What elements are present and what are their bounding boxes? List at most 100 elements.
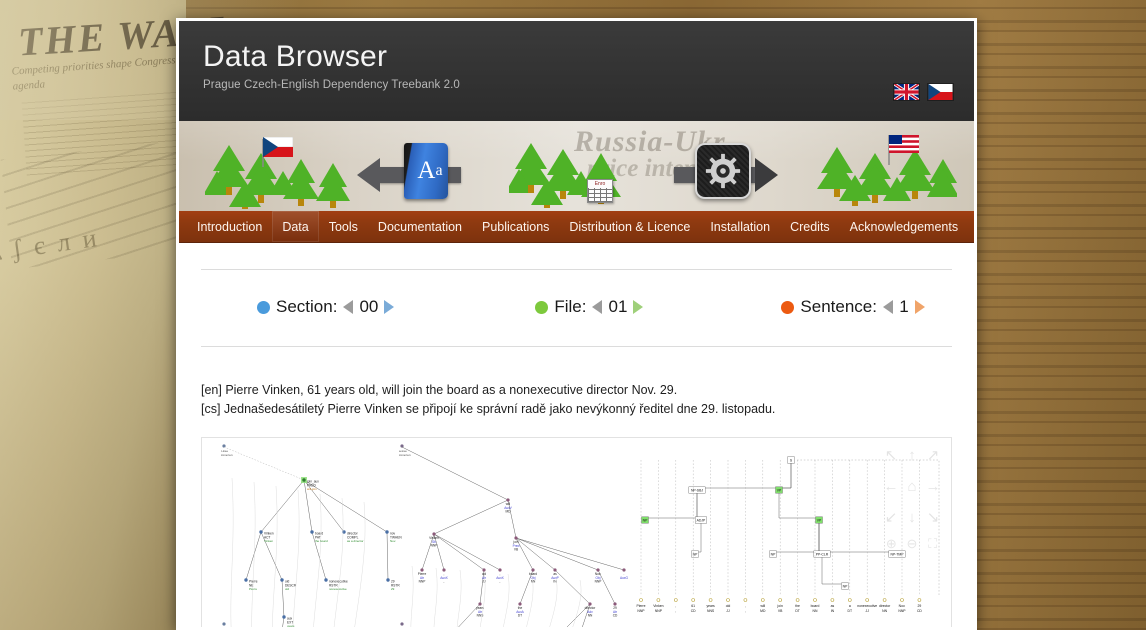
ps-terminal-node[interactable] bbox=[848, 598, 852, 602]
ps-terminal-pos: VB bbox=[778, 609, 783, 613]
tectogrammatical-tree[interactable]: t-treezone=enjoin_auxPREDwill joinVinken… bbox=[221, 444, 402, 630]
ps-terminal-pos: NNP bbox=[637, 609, 645, 613]
flag-cs-icon[interactable] bbox=[927, 83, 954, 101]
anal-node[interactable] bbox=[622, 568, 626, 572]
tecto-node[interactable] bbox=[259, 530, 263, 534]
tecto-node-aux: Nov. bbox=[390, 539, 396, 543]
anal-node[interactable] bbox=[498, 568, 502, 572]
anal-root-label-2: zone=en bbox=[399, 453, 411, 457]
sentence-next-button[interactable] bbox=[914, 300, 925, 314]
anal-node-pos: , bbox=[444, 579, 445, 583]
ps-edge bbox=[818, 523, 897, 553]
nav-item-introduction[interactable]: Introduction bbox=[187, 211, 272, 242]
ps-terminal-word: Vinken bbox=[653, 604, 663, 608]
ps-terminal-node[interactable] bbox=[830, 598, 835, 602]
ps-terminal-node[interactable] bbox=[656, 598, 661, 602]
ps-phrase-label: NP bbox=[693, 552, 698, 556]
section-selector: Section: 00 bbox=[257, 297, 395, 317]
language-switcher[interactable] bbox=[893, 83, 954, 101]
ps-terminal-node[interactable] bbox=[708, 598, 713, 602]
ps-terminal-node[interactable] bbox=[865, 598, 869, 602]
ps-terminal-node[interactable] bbox=[813, 598, 817, 602]
tecto-interlayer-link bbox=[292, 489, 300, 627]
forest-middle bbox=[509, 137, 639, 209]
flag-us-banner-icon bbox=[889, 135, 919, 153]
anal-node[interactable] bbox=[420, 568, 424, 572]
ps-phrase-label: NP bbox=[843, 584, 848, 588]
anal-node[interactable] bbox=[613, 602, 617, 606]
nav-item-publications[interactable]: Publications bbox=[472, 211, 559, 242]
ps-terminal-node[interactable] bbox=[726, 598, 730, 602]
ps-terminal-node[interactable] bbox=[795, 598, 800, 602]
anal-interlayer-link bbox=[456, 569, 462, 627]
anal-node[interactable] bbox=[442, 568, 446, 572]
nav-item-credits[interactable]: Credits bbox=[780, 211, 840, 242]
tree-viewport[interactable]: t-tree zone=en join_aux PRED will join Vinken… bbox=[201, 437, 952, 630]
anal-node[interactable] bbox=[432, 532, 436, 536]
file-label: File: bbox=[554, 297, 587, 316]
ps-terminal-node[interactable] bbox=[882, 598, 887, 602]
ps-terminal-word: director bbox=[879, 604, 891, 608]
anal-node[interactable] bbox=[553, 568, 557, 572]
ps-terminal-node[interactable] bbox=[917, 598, 922, 602]
ps-terminal-node[interactable] bbox=[691, 598, 695, 602]
flag-en-icon[interactable] bbox=[893, 83, 920, 101]
anal-node[interactable] bbox=[478, 602, 482, 606]
tecto-root-node-cs[interactable] bbox=[222, 622, 226, 626]
section-next-button[interactable] bbox=[384, 300, 395, 314]
phrase-structure-tree[interactable]: SNP-SBJ VPNP ADJP VPNP NP PP-CLR NP-TMPNPPierr… bbox=[636, 456, 940, 613]
main-navigation[interactable]: Introduction Data Tools Documentation Pu… bbox=[179, 211, 974, 243]
ps-terminal-node[interactable] bbox=[761, 598, 765, 602]
tecto-node[interactable] bbox=[282, 615, 286, 619]
ps-edge bbox=[645, 493, 698, 519]
nav-item-data[interactable]: Data bbox=[272, 211, 318, 242]
ps-phrase-label: VP bbox=[777, 488, 782, 492]
ps-terminal-node[interactable] bbox=[743, 598, 748, 602]
file-prev-button[interactable] bbox=[592, 300, 603, 314]
tecto-node-aux: will join bbox=[307, 487, 317, 491]
anal-root-node-cs[interactable] bbox=[400, 622, 404, 626]
forest-right-usa bbox=[817, 135, 957, 209]
tecto-node[interactable] bbox=[324, 578, 328, 582]
file-next-button[interactable] bbox=[633, 300, 644, 314]
tecto-node[interactable] bbox=[302, 478, 306, 482]
gear-glyph-icon bbox=[705, 153, 741, 189]
anal-edge bbox=[433, 499, 509, 535]
nav-item-tools[interactable]: Tools bbox=[319, 211, 368, 242]
anal-edge bbox=[554, 569, 591, 605]
ps-terminal-word: a bbox=[849, 604, 851, 608]
nav-item-documentation[interactable]: Documentation bbox=[368, 211, 472, 242]
ps-terminal-node[interactable] bbox=[673, 598, 678, 602]
nav-item-acknowledgements[interactable]: Acknowledgements bbox=[840, 211, 968, 242]
ps-terminal-node[interactable] bbox=[778, 598, 782, 602]
tecto-node[interactable] bbox=[386, 578, 390, 582]
ps-edge bbox=[818, 523, 822, 553]
anal-node[interactable] bbox=[482, 568, 486, 572]
sentence-prev-button[interactable] bbox=[882, 300, 893, 314]
file-bullet-icon bbox=[535, 300, 549, 314]
anal-node[interactable] bbox=[531, 568, 535, 572]
tecto-node[interactable] bbox=[280, 578, 284, 582]
ps-terminal-node[interactable] bbox=[639, 598, 643, 602]
analytical-tree[interactable]: a-treezone=enwillAuxVMDVinkenSbNNPjoinPr… bbox=[399, 444, 629, 630]
tecto-node[interactable] bbox=[385, 530, 389, 534]
anal-node-pos: NN bbox=[588, 613, 593, 617]
nav-item-installation[interactable]: Installation bbox=[700, 211, 780, 242]
anal-node[interactable] bbox=[518, 602, 522, 606]
anal-node[interactable] bbox=[588, 602, 592, 606]
nav-item-distribution-licence[interactable]: Distribution & Licence bbox=[559, 211, 700, 242]
anal-node[interactable] bbox=[596, 568, 600, 572]
tecto-node[interactable] bbox=[244, 578, 248, 582]
page-title: Data Browser bbox=[203, 40, 388, 73]
treebank-visualization[interactable]: t-treezone=enjoin_auxPREDwill joinVinken… bbox=[202, 438, 952, 630]
sentence-cs: [cs] Jednašedesátiletý Pierre Vinken se … bbox=[201, 402, 776, 416]
anal-interlayer-link bbox=[433, 567, 438, 627]
anal-node[interactable] bbox=[506, 498, 510, 502]
document-icon-grid bbox=[588, 188, 612, 202]
anal-node[interactable] bbox=[514, 536, 518, 540]
ps-terminal-node[interactable] bbox=[900, 598, 904, 602]
sentence-label: Sentence: bbox=[800, 297, 877, 316]
tecto-node[interactable] bbox=[310, 530, 314, 534]
anal-node-pos: NNP bbox=[431, 543, 438, 547]
section-prev-button[interactable] bbox=[343, 300, 354, 314]
